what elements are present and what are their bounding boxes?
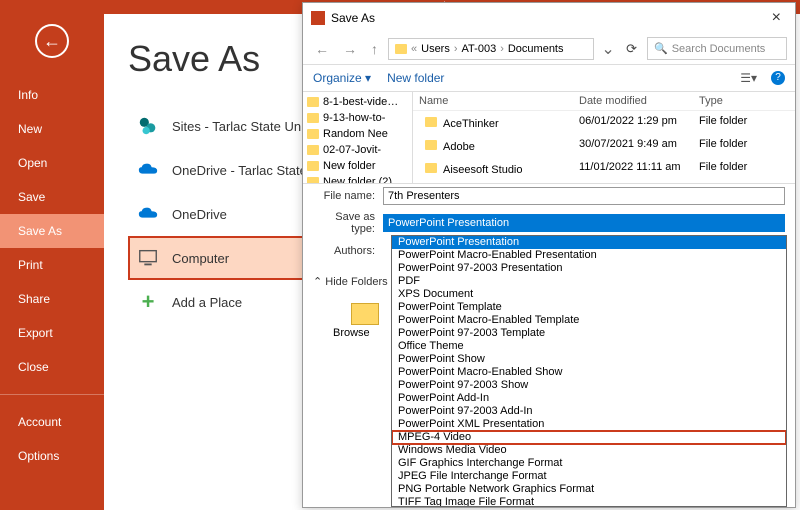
saveastype-dropdown[interactable]: PowerPoint Presentation [383,214,785,232]
folder-icon [395,44,407,54]
sidebar-item-close[interactable]: Close [0,350,104,384]
filetype-option[interactable]: PowerPoint Macro-Enabled Template [392,314,786,327]
column-name[interactable]: Name [413,92,573,110]
save-as-dialog: Save As × ← → ↑ « Users› AT-003› Documen… [302,2,796,508]
saveastype-label: Save as type: [313,211,383,235]
breadcrumb[interactable]: « Users› AT-003› Documents [388,38,594,60]
browse-folder-icon [351,303,379,325]
organize-button[interactable]: Organize ▾ [313,71,371,85]
filename-input[interactable] [383,187,785,205]
filetype-option[interactable]: PowerPoint 97-2003 Add-In [392,405,786,418]
tree-item[interactable]: 02-07-Jovit- [303,142,412,158]
folder-icon [307,161,319,171]
search-icon: 🔍 [654,42,668,55]
folder-icon [307,113,319,123]
help-icon[interactable]: ? [771,71,785,85]
folder-icon [307,129,319,139]
sidebar: ← InfoNewOpenSaveSave AsPrintShareExport… [0,0,104,510]
authors-label: Authors: [313,245,383,257]
filetype-options-popup: PowerPoint PresentationPowerPoint Macro-… [391,235,787,507]
folder-icon [425,140,437,150]
folder-icon [307,177,319,183]
browse-label: Browse [333,327,370,339]
filetype-option[interactable]: PowerPoint 97-2003 Presentation [392,262,786,275]
close-button[interactable]: × [766,9,787,27]
file-row[interactable]: AceThinker06/01/2022 1:29 pmFile folder [413,111,795,134]
hide-folders-button[interactable]: ⌃ Hide Folders [313,275,388,288]
dialog-toolbar: Organize ▾ New folder ☰▾ ? [303,65,795,92]
filetype-option[interactable]: PowerPoint Presentation [392,236,786,249]
view-icon[interactable]: ☰▾ [740,71,757,85]
nav-back-icon[interactable]: ← [311,39,333,59]
filetype-option[interactable]: PowerPoint 97-2003 Show [392,379,786,392]
sidebar-divider [0,394,104,395]
sidebar-item-save[interactable]: Save [0,180,104,214]
sidebar-item-open[interactable]: Open [0,146,104,180]
filetype-option[interactable]: PowerPoint Template [392,301,786,314]
location-label: OneDrive [172,207,227,222]
nav-up-icon[interactable]: ↑ [367,39,382,59]
dialog-titlebar: Save As × [303,3,795,33]
plus-icon: + [136,290,160,314]
folder-icon [307,145,319,155]
file-list[interactable]: Name Date modified Type AceThinker06/01/… [413,92,795,183]
chevron-up-icon: ⌃ [313,276,322,288]
filetype-option[interactable]: PowerPoint 97-2003 Template [392,327,786,340]
breadcrumb-dropdown[interactable]: ⌄ [600,39,616,59]
filetype-option[interactable]: PowerPoint Macro-Enabled Presentation [392,249,786,262]
filetype-option[interactable]: PowerPoint Show [392,353,786,366]
filetype-option[interactable]: TIFF Tag Image File Format [392,496,786,507]
sidebar-item-export[interactable]: Export [0,316,104,350]
filetype-option[interactable]: PowerPoint XML Presentation [392,418,786,431]
file-row[interactable]: Adobe30/07/2021 9:49 amFile folder [413,134,795,157]
sidebar-item-share[interactable]: Share [0,282,104,316]
sidebar-item-account[interactable]: Account [0,405,104,439]
tree-item[interactable]: New folder (2) [303,174,412,183]
location-label: Computer [172,251,229,266]
dialog-title: Save As [331,11,375,25]
folder-icon [425,163,437,173]
folder-tree[interactable]: 8-1-best-vide…9-13-how-to-Random Nee02-0… [303,92,413,183]
powerpoint-icon [311,11,325,25]
column-date[interactable]: Date modified [573,92,693,110]
filetype-option[interactable]: JPEG File Interchange Format [392,470,786,483]
tree-item[interactable]: 9-13-how-to- [303,110,412,126]
sidebar-item-new[interactable]: New [0,112,104,146]
onedrive-icon [136,202,160,226]
sidebar-item-save-as[interactable]: Save As [0,214,104,248]
back-button[interactable]: ← [35,24,69,58]
new-folder-button[interactable]: New folder [387,71,444,85]
folder-icon [425,117,437,127]
tree-item[interactable]: New folder [303,158,412,174]
refresh-icon[interactable]: ⟳ [622,39,641,59]
location-label: Add a Place [172,295,242,310]
filetype-option[interactable]: PDF [392,275,786,288]
filetype-option[interactable]: XPS Document [392,288,786,301]
filename-label: File name: [313,190,383,202]
file-browser: 8-1-best-vide…9-13-how-to-Random Nee02-0… [303,92,795,184]
back-arrow-icon: ← [43,31,61,52]
sidebar-item-options[interactable]: Options [0,439,104,473]
computer-icon [136,246,160,270]
filetype-option[interactable]: GIF Graphics Interchange Format [392,457,786,470]
folder-icon [307,97,319,107]
column-type[interactable]: Type [693,92,729,110]
nav-forward-icon[interactable]: → [339,39,361,59]
tree-item[interactable]: Random Nee [303,126,412,142]
sidebar-item-print[interactable]: Print [0,248,104,282]
file-row[interactable]: Aiseesoft Studio11/01/2022 11:11 amFile … [413,157,795,180]
sharepoint-icon [136,114,160,138]
filetype-option[interactable]: Office Theme [392,340,786,353]
filetype-option[interactable]: PowerPoint Add-In [392,392,786,405]
filetype-option[interactable]: PNG Portable Network Graphics Format [392,483,786,496]
dialog-nav: ← → ↑ « Users› AT-003› Documents ⌄ ⟳ 🔍 S… [303,33,795,65]
filetype-option[interactable]: PowerPoint Macro-Enabled Show [392,366,786,379]
search-input[interactable]: 🔍 Search Documents [647,37,787,60]
file-row[interactable]: Any Video Recorder05/01/2022 7:39 amFile… [413,180,795,183]
onedrive-icon [136,158,160,182]
filetype-option[interactable]: MPEG-4 Video [392,431,786,444]
sidebar-item-info[interactable]: Info [0,78,104,112]
filetype-option[interactable]: Windows Media Video [392,444,786,457]
tree-item[interactable]: 8-1-best-vide… [303,94,412,110]
